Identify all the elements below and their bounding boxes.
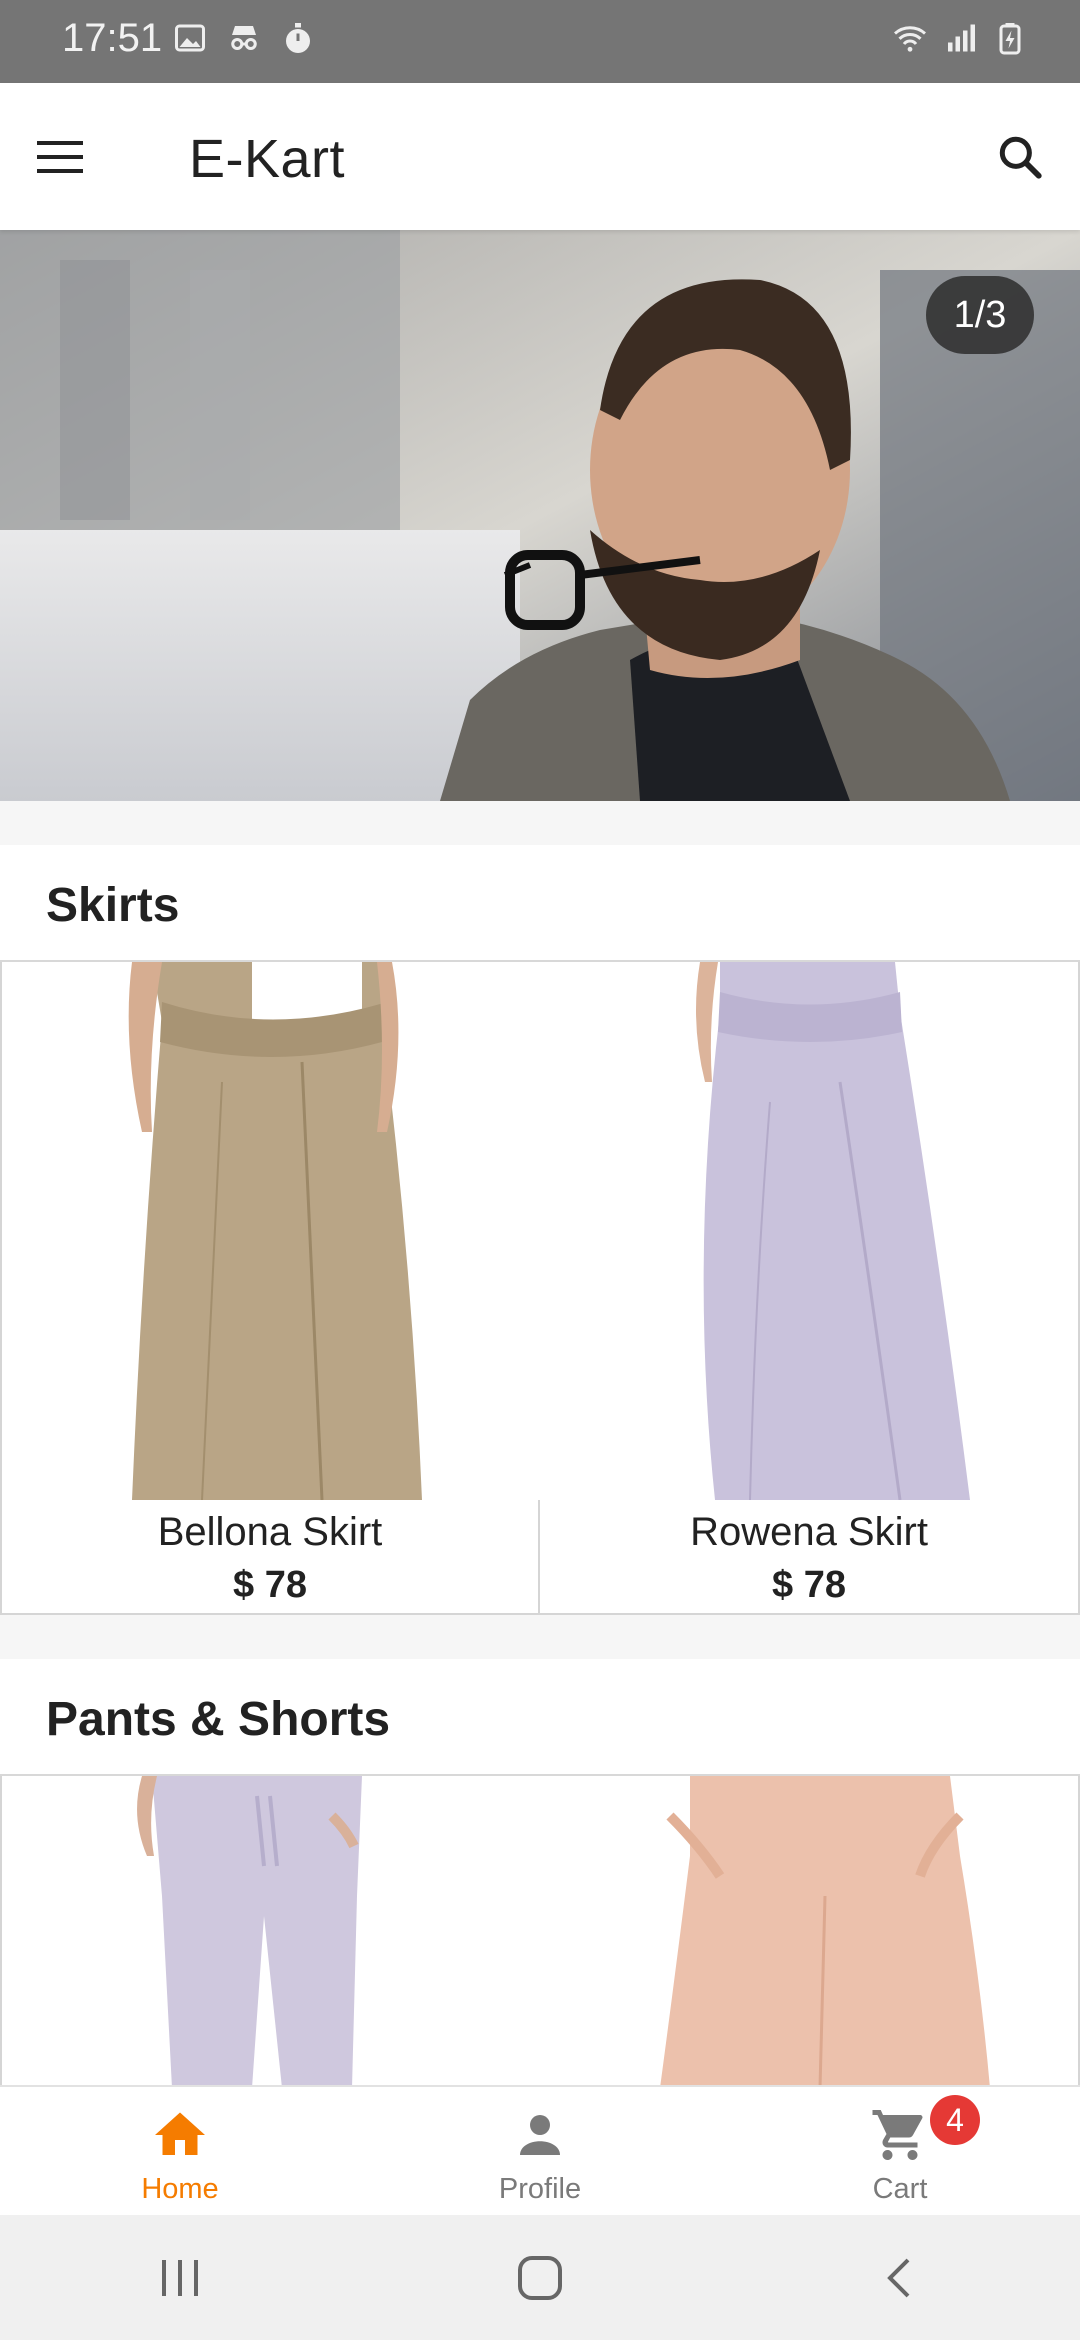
back-button[interactable] (840, 2228, 960, 2328)
person-icon (520, 2115, 560, 2155)
banner-image (0, 230, 1080, 801)
nav-item-cart[interactable]: Cart 4 (720, 2087, 1080, 2215)
product-row-skirts: Bellona Skirt $ 78 Rowena Skirt $ 78 (0, 962, 1080, 1615)
home-icon (155, 2112, 205, 2155)
status-left-icons (172, 20, 316, 56)
nav-label: Home (141, 2173, 219, 2205)
cart-icon (872, 2110, 923, 2160)
nav-item-home[interactable]: Home (0, 2087, 360, 2215)
banner-page-counter: 1/3 (926, 276, 1034, 354)
back-icon (887, 2258, 910, 2297)
search-icon (999, 136, 1042, 179)
status-time: 17:51 (62, 16, 163, 60)
section-header-pants-shorts: Pants & Shorts (0, 1659, 1080, 1776)
product-image (540, 1776, 1078, 2088)
product-row-pants (0, 1776, 1080, 2088)
image-icon (175, 24, 205, 52)
promo-banner[interactable]: 1/3 (0, 230, 1080, 801)
section-title: Pants & Shorts (46, 1693, 391, 1746)
section-gap (0, 801, 1080, 845)
pants-image (2, 1776, 540, 2088)
product-name: Rowena Skirt (690, 1510, 928, 1554)
status-right-icons (892, 20, 1028, 56)
pants-image (540, 1776, 1078, 2088)
system-navigation-bar (0, 2215, 1080, 2340)
product-name: Bellona Skirt (157, 1510, 383, 1554)
wifi-icon (894, 26, 926, 52)
section-title: Skirts (46, 879, 180, 932)
recent-apps-icon (162, 2259, 198, 2296)
product-card[interactable] (540, 1776, 1080, 2088)
product-card[interactable]: Bellona Skirt $ 78 (0, 962, 540, 1615)
battery-charging-icon (999, 23, 1021, 55)
section-header-skirts: Skirts (0, 845, 1080, 962)
system-home-button[interactable] (480, 2228, 600, 2328)
skirt-image (2, 962, 540, 1500)
cart-count-badge: 4 (930, 2095, 980, 2145)
product-price: $ 78 (233, 1564, 307, 1606)
section-gap (0, 1615, 1080, 1659)
app-title: E-Kart (189, 129, 346, 189)
menu-button[interactable] (30, 127, 90, 187)
product-card[interactable] (0, 1776, 540, 2088)
incognito-icon (231, 26, 257, 50)
nav-item-profile[interactable]: Profile (360, 2087, 720, 2215)
recent-apps-button[interactable] (120, 2228, 240, 2328)
nav-label: Cart (872, 2173, 928, 2205)
product-image (2, 962, 540, 1500)
product-card[interactable]: Rowena Skirt $ 78 (540, 962, 1080, 1615)
timer-icon (286, 23, 310, 53)
signal-icon (948, 24, 975, 52)
product-image (540, 962, 1078, 1500)
bottom-navigation: Home Profile Cart 4 (0, 2085, 1080, 2215)
skirt-image (540, 962, 1078, 1500)
app-bar: E-Kart (0, 83, 1080, 230)
menu-icon (37, 141, 83, 173)
status-bar: 17:51 (0, 0, 1080, 83)
home-circle-icon (518, 2255, 562, 2300)
product-image (2, 1776, 540, 2088)
product-price: $ 78 (772, 1564, 846, 1606)
search-button[interactable] (988, 125, 1052, 189)
nav-label: Profile (498, 2173, 582, 2205)
